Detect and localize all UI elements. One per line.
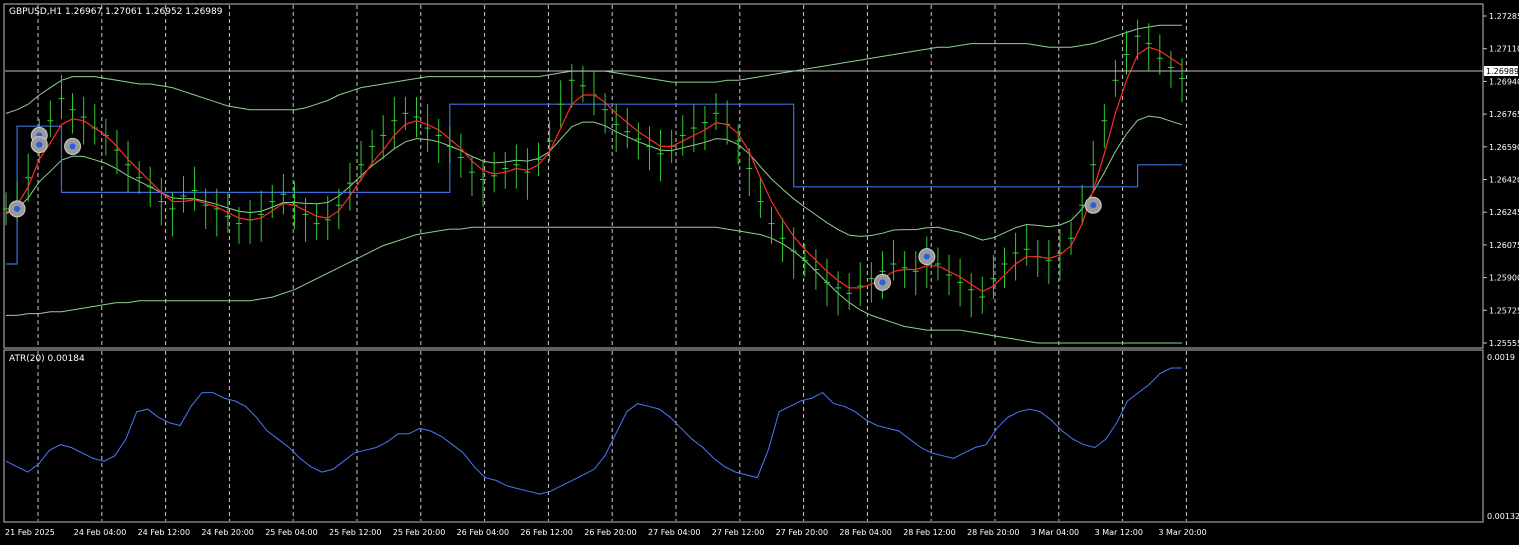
atr-tick-label: 0.0019 (1487, 353, 1515, 362)
current-price-label: 1.26989 (1486, 67, 1519, 76)
time-tick-label: 27 Feb 04:00 (648, 528, 700, 537)
time-tick-label: 26 Feb 20:00 (584, 528, 636, 537)
trade-marker-core (923, 253, 930, 260)
time-tick-label: 26 Feb 12:00 (520, 528, 572, 537)
time-tick-label: 3 Mar 12:00 (1095, 528, 1143, 537)
time-tick-label: 25 Feb 12:00 (329, 528, 381, 537)
price-tick-label: 1.26075 (1489, 241, 1519, 250)
time-tick-label: 24 Feb 12:00 (138, 528, 190, 537)
time-tick-label: 28 Feb 04:00 (839, 528, 891, 537)
time-tick-label: 27 Feb 20:00 (776, 528, 828, 537)
price-tick-label: 1.26940 (1489, 77, 1519, 86)
price-tick-label: 1.26765 (1489, 110, 1519, 119)
trade-marker-core (69, 143, 76, 150)
price-tick-label: 1.25900 (1489, 274, 1519, 283)
time-tick-label: 26 Feb 04:00 (457, 528, 509, 537)
time-tick-label: 3 Mar 20:00 (1158, 528, 1206, 537)
time-tick-label: 21 Feb 2025 (5, 528, 55, 537)
trade-marker-core (879, 279, 886, 286)
time-tick-label: 24 Feb 04:00 (74, 528, 126, 537)
trade-marker-core (14, 205, 21, 212)
time-tick-label: 3 Mar 04:00 (1031, 528, 1079, 537)
atr-tick-label: 0.00132 (1487, 512, 1519, 521)
price-tick-label: 1.25555 (1489, 339, 1519, 348)
trade-marker-core (1090, 202, 1097, 209)
time-tick-label: 25 Feb 04:00 (265, 528, 317, 537)
time-tick-label: 27 Feb 12:00 (712, 528, 764, 537)
price-tick-label: 1.27285 (1489, 12, 1519, 21)
time-tick-label: 25 Feb 20:00 (393, 528, 445, 537)
atr-header: ATR(20) 0.00184 (9, 354, 85, 364)
price-tick-label: 1.27110 (1489, 45, 1519, 54)
time-tick-label: 24 Feb 20:00 (201, 528, 253, 537)
time-tick-label: 28 Feb 20:00 (967, 528, 1019, 537)
background (0, 0, 1519, 545)
symbol-header: GBPUSD,H1 1.26967 1.27061 1.26952 1.2698… (9, 7, 223, 17)
price-tick-label: 1.26420 (1489, 176, 1519, 185)
time-tick-label: 28 Feb 12:00 (903, 528, 955, 537)
price-tick-label: 1.26590 (1489, 143, 1519, 152)
price-tick-label: 1.25725 (1489, 306, 1519, 315)
trade-marker-core (36, 141, 43, 148)
price-tick-label: 1.26245 (1489, 208, 1519, 217)
chart-canvas: 21 Feb 2025 24 Feb 04:00 24 Feb 12:00 24 Fe… (0, 0, 1519, 545)
